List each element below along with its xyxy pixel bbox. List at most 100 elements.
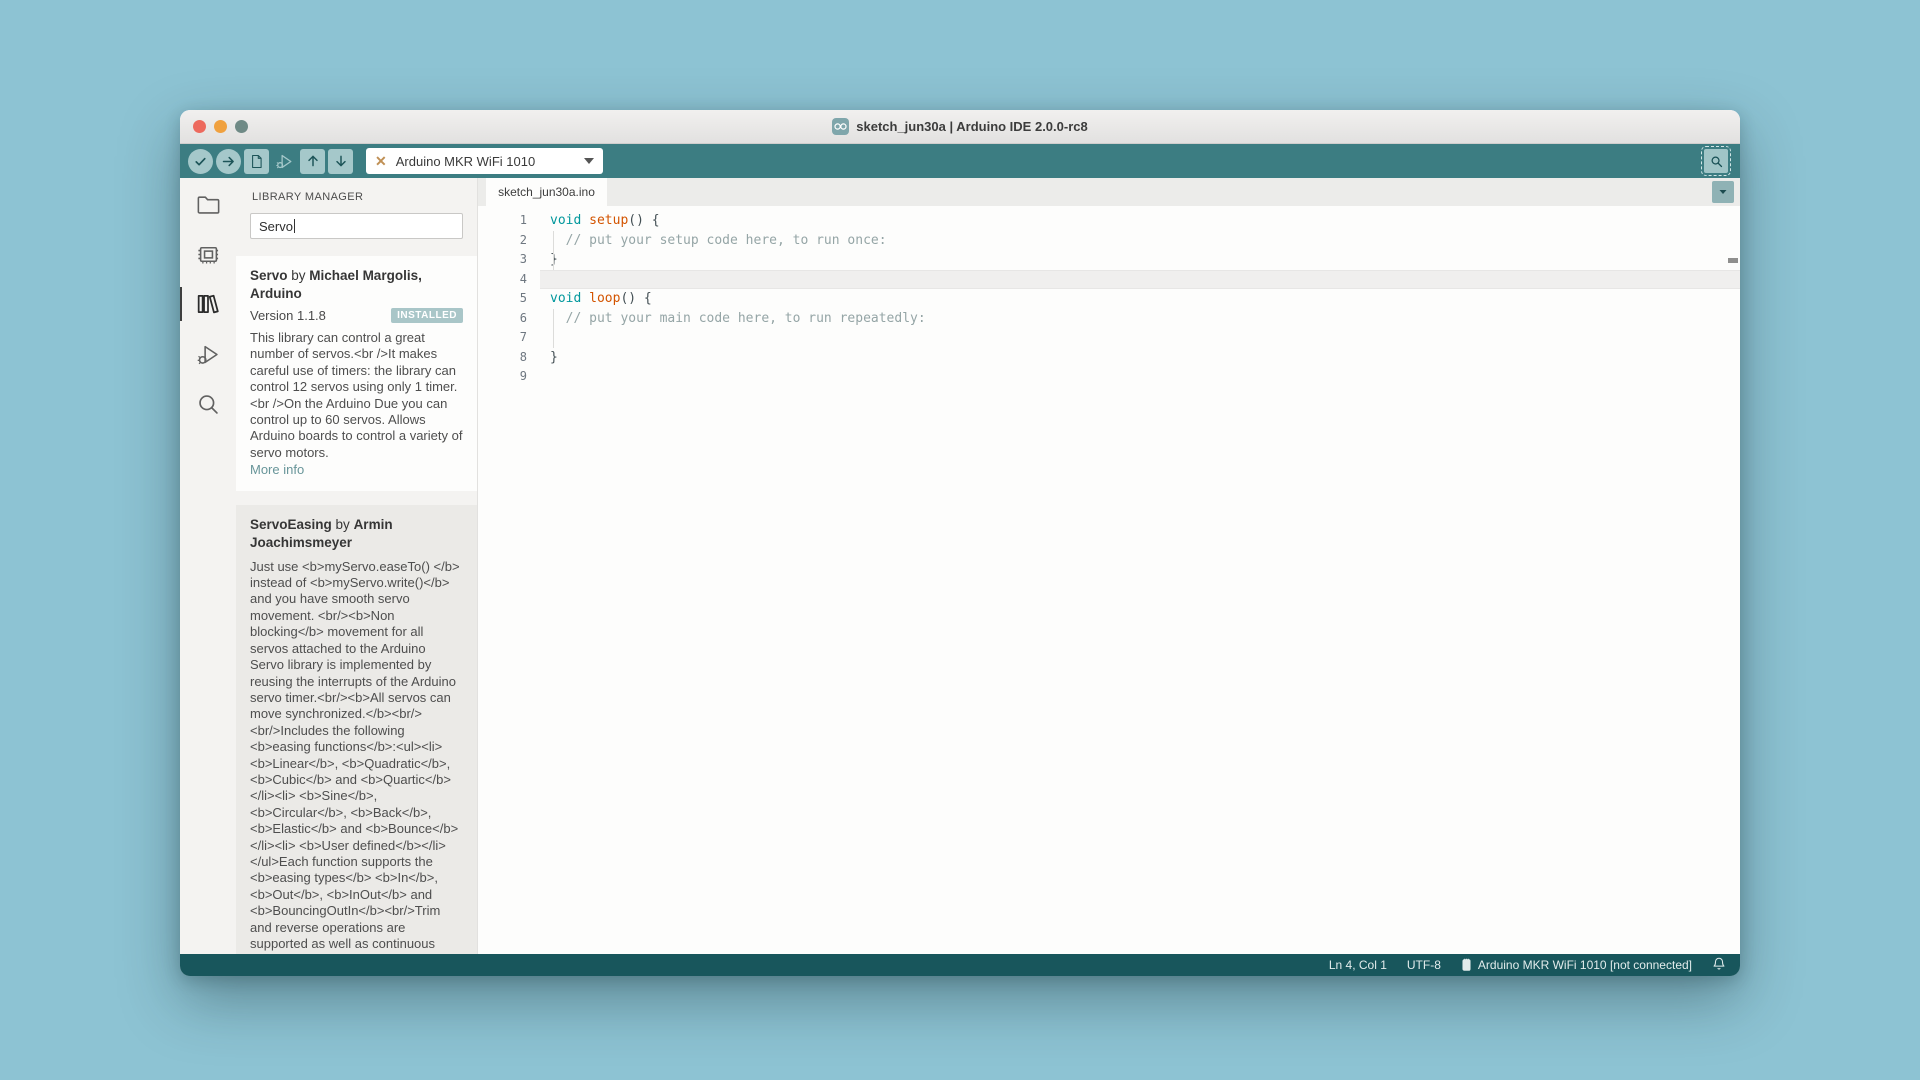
arrow-down-button[interactable]	[328, 149, 353, 174]
board-chip-icon	[1461, 958, 1472, 972]
line-number: 5	[478, 289, 527, 309]
code-line[interactable]: 3}	[478, 250, 1740, 270]
toolbar: ✕ Arduino MKR WiFi 1010	[180, 144, 1740, 178]
code-line[interactable]: 9	[478, 367, 1740, 387]
minimize-window-button[interactable]	[214, 120, 227, 133]
window-title-area: sketch_jun30a | Arduino IDE 2.0.0-rc8	[832, 118, 1087, 135]
library-search-input[interactable]: Servo	[250, 213, 463, 239]
arrow-up-icon	[305, 153, 321, 169]
upload-button[interactable]	[216, 149, 241, 174]
search-icon	[195, 391, 222, 418]
board-status-text: Arduino MKR WiFi 1010 [not connected]	[1478, 958, 1692, 972]
verify-button[interactable]	[188, 149, 213, 174]
arrow-up-button[interactable]	[300, 149, 325, 174]
debug-icon	[275, 152, 294, 171]
line-number: 7	[478, 328, 527, 348]
traffic-lights	[193, 110, 248, 143]
code-lines: 1void setup() {2 // put your setup code …	[478, 211, 1740, 387]
board-selector-dropdown[interactable]: ✕ Arduino MKR WiFi 1010	[366, 148, 603, 174]
code-text	[540, 270, 1740, 290]
line-number: 9	[478, 367, 527, 387]
window-titlebar[interactable]: sketch_jun30a | Arduino IDE 2.0.0-rc8	[180, 110, 1740, 144]
code-text: }	[540, 250, 1740, 270]
code-line[interactable]: 7	[478, 328, 1740, 348]
board-status[interactable]: Arduino MKR WiFi 1010 [not connected]	[1461, 958, 1692, 972]
arduino-app-icon	[832, 118, 849, 135]
board-selector-value: Arduino MKR WiFi 1010	[396, 154, 535, 169]
line-number: 8	[478, 348, 527, 368]
tab-sketch-jun30a[interactable]: sketch_jun30a.ino	[486, 178, 607, 206]
code-text	[540, 367, 1740, 387]
more-info-link[interactable]: More info	[250, 462, 304, 478]
chevron-down-icon	[1717, 186, 1729, 198]
code-line[interactable]: 5 void loop() {	[478, 289, 1740, 309]
code-text: // put your setup code here, to run once…	[540, 231, 1740, 251]
editor-more-actions-button[interactable]	[1712, 181, 1734, 203]
code-line[interactable]: 8}	[478, 348, 1740, 368]
sidebar-item-boards-manager[interactable]	[180, 229, 236, 279]
line-number: 4	[478, 270, 527, 290]
notifications-button[interactable]	[1712, 956, 1726, 974]
code-line[interactable]: 1 void setup() {	[478, 211, 1740, 231]
line-number: 3	[478, 250, 527, 270]
library-manager-panel: LIBRARY MANAGER Servo Servo by Michael M…	[236, 178, 478, 954]
encoding[interactable]: UTF-8	[1407, 958, 1441, 972]
verify-check-icon	[192, 153, 209, 170]
indent-guide	[553, 309, 554, 348]
line-number: 6	[478, 309, 527, 329]
installed-badge: INSTALLED	[391, 308, 463, 323]
status-bar: Ln 4, Col 1 UTF-8 Arduino MKR WiFi 1010 …	[180, 954, 1740, 976]
folder-icon	[195, 191, 222, 218]
code-line[interactable]: 6 // put your main code here, to run rep…	[478, 309, 1740, 329]
chevron-down-icon	[584, 158, 594, 164]
close-window-button[interactable]	[193, 120, 206, 133]
magnifier-icon	[1709, 154, 1724, 169]
library-item-title: ServoEasing by Armin Joachimsmeyer	[250, 516, 463, 552]
library-search-value: Servo	[259, 219, 293, 234]
indent-guide	[553, 231, 554, 270]
code-editor[interactable]: 1void setup() {2 // put your setup code …	[478, 206, 1740, 954]
tab-label: sketch_jun30a.ino	[498, 185, 595, 199]
text-caret	[294, 219, 295, 233]
upload-arrow-right-icon	[220, 153, 237, 170]
library-result-item[interactable]: Servo by Michael Margolis, Arduino Versio…	[236, 256, 477, 491]
chip-icon	[195, 241, 222, 268]
code-text: // put your main code here, to run repea…	[540, 309, 1740, 329]
sidebar-item-debug[interactable]	[180, 329, 236, 379]
sidebar-item-library-manager[interactable]	[180, 279, 236, 329]
bell-icon	[1712, 956, 1726, 971]
sidebar-item-sketchbook[interactable]	[180, 179, 236, 229]
serial-monitor-button[interactable]	[1704, 149, 1728, 173]
code-text: void loop() {	[540, 289, 1740, 309]
scrollbar-marker[interactable]	[1728, 258, 1738, 263]
code-line-current[interactable]: 4	[478, 270, 1740, 290]
editor-tab-bar: sketch_jun30a.ino	[478, 178, 1740, 206]
books-icon	[194, 290, 222, 318]
cursor-position[interactable]: Ln 4, Col 1	[1329, 958, 1387, 972]
code-text: }	[540, 348, 1740, 368]
main-area: LIBRARY MANAGER Servo Servo by Michael M…	[180, 178, 1740, 954]
activity-sidebar	[180, 178, 236, 954]
zoom-window-button[interactable]	[235, 120, 248, 133]
window-title: sketch_jun30a | Arduino IDE 2.0.0-rc8	[856, 119, 1087, 134]
line-number: 1	[478, 211, 527, 231]
code-text: void setup() {	[540, 211, 1740, 231]
library-item-description: Just use <b>myServo.easeTo() </b> instea…	[250, 559, 463, 954]
library-item-title: Servo by Michael Margolis, Arduino	[250, 267, 463, 303]
debug-button[interactable]	[272, 149, 297, 174]
sidebar-item-search[interactable]	[180, 379, 236, 429]
library-item-version: Version 1.1.8	[250, 308, 326, 323]
line-number: 2	[478, 231, 527, 251]
library-results-list: Servo by Michael Margolis, Arduino Versio…	[236, 256, 477, 954]
library-result-item[interactable]: ServoEasing by Armin Joachimsmeyer Just u…	[236, 505, 477, 954]
arrow-down-icon	[333, 153, 349, 169]
new-sketch-button[interactable]	[244, 149, 269, 174]
code-text	[540, 328, 1740, 348]
panel-header: LIBRARY MANAGER	[236, 178, 477, 211]
code-line[interactable]: 2 // put your setup code here, to run on…	[478, 231, 1740, 251]
editor-area: sketch_jun30a.ino 1void setup() {2 // pu…	[478, 178, 1740, 954]
debug-icon	[195, 341, 222, 368]
arduino-ide-window: sketch_jun30a | Arduino IDE 2.0.0-rc8	[180, 110, 1740, 976]
document-icon	[248, 153, 265, 170]
library-item-description: This library can control a great number …	[250, 330, 463, 461]
